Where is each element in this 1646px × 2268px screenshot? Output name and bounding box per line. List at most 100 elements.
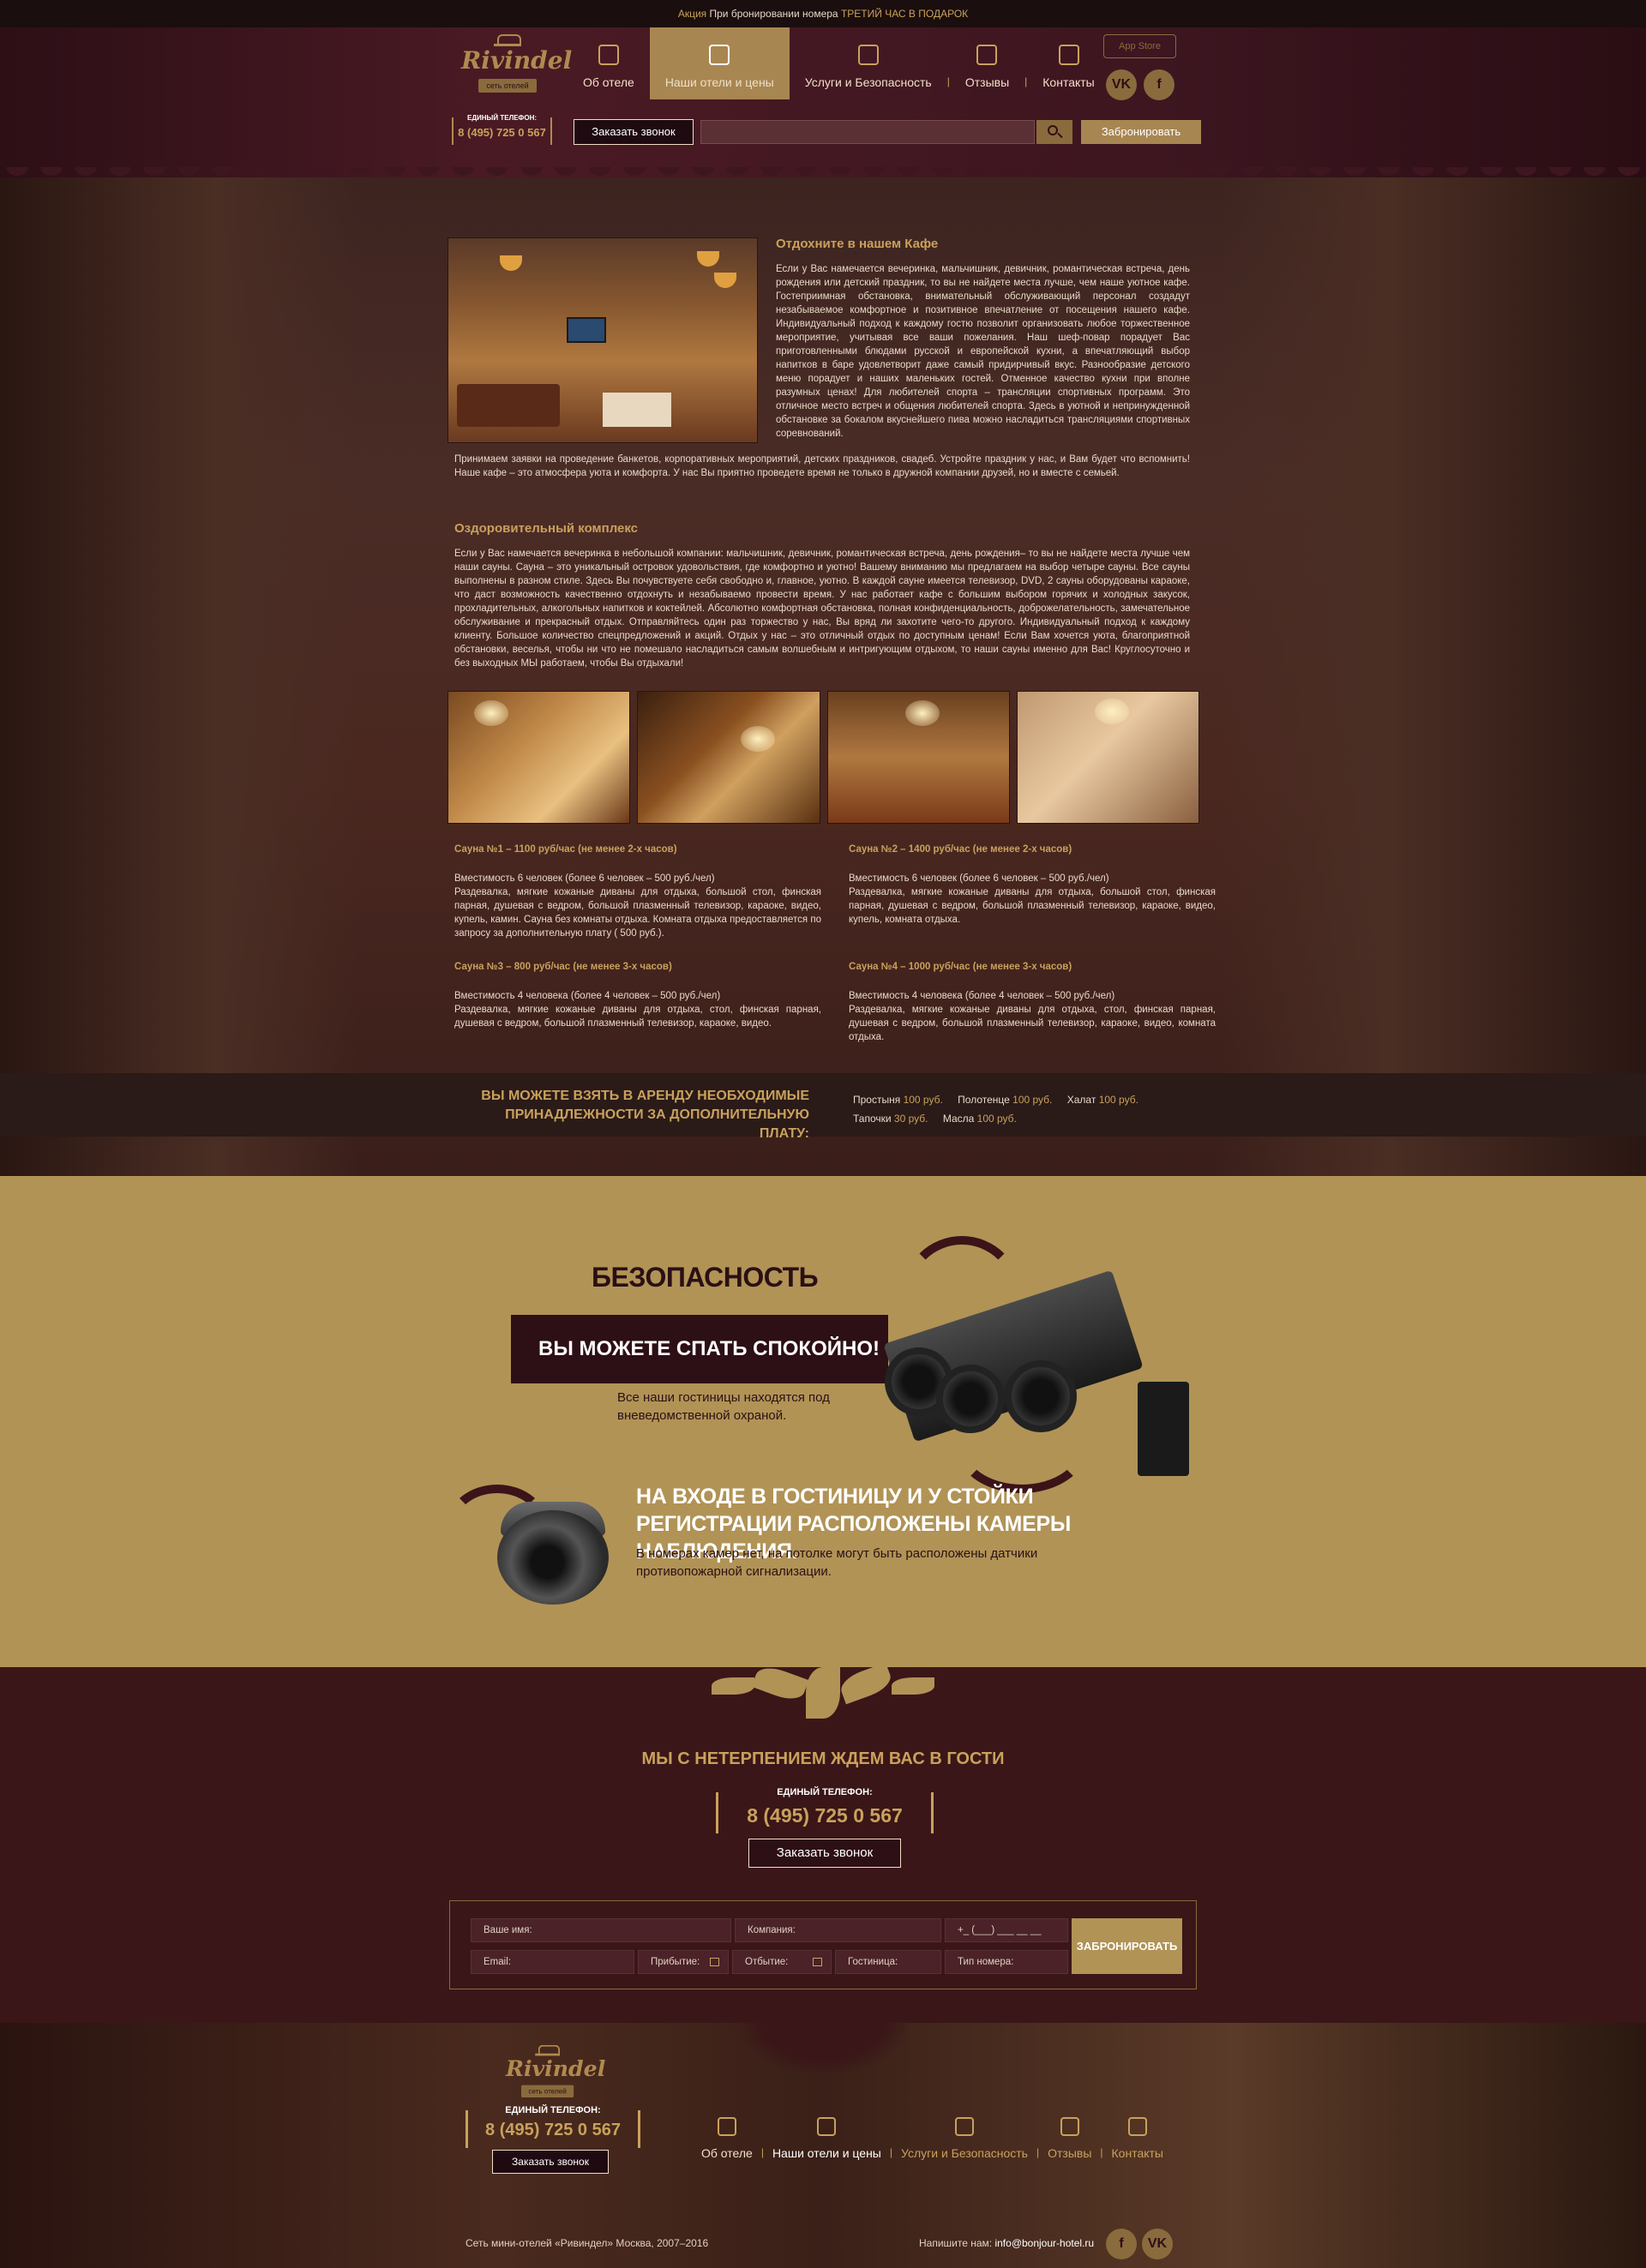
book-button[interactable]: Забронировать [1081,120,1201,144]
security-text: В номерах камер нет, на потолке могут бы… [636,1546,1038,1579]
footer-nav: Об отеле | Наши отели и цены | Услуги и … [693,2112,1172,2163]
nav-item-about[interactable]: Об отеле [693,2112,761,2163]
submit-booking-button[interactable]: ЗАБРОНИРОВАТЬ [1072,1918,1182,1974]
phone-field[interactable]: +_ (___) ___ __ __ [945,1918,1068,1942]
sauna-card: Сауна №4 – 1000 руб/час (не менее 3-х ча… [849,960,1216,1044]
order-call-button[interactable]: Заказать звонок [492,2150,609,2174]
nav-label: Контакты [1042,75,1095,89]
rental-item: Простыня 100 руб. [853,1094,943,1106]
spa-title: Оздоровительный комплекс [454,521,639,536]
sauna-card: Сауна №2 – 1400 руб/час (не менее 2-х ча… [849,843,1216,927]
hotel-field[interactable]: Гостиница: [835,1950,941,1974]
facebook-icon[interactable]: f [1144,69,1174,100]
cafe-text-2: Принимаем заявки на проведение банкетов,… [454,454,1190,478]
calendar-icon [813,1958,822,1966]
booking-form: Ваше имя: Компания: +_ (___) ___ __ __ E… [449,1900,1197,1989]
promo-prefix: Акция [677,8,707,20]
sauna-photo[interactable] [826,691,1010,824]
nav-item-hotels[interactable]: Наши отели и цены [764,2112,890,2163]
house-icon [598,45,619,65]
security-sub: Все наши гостиницы находятся под вневедо… [617,1390,830,1423]
nav-item-reviews[interactable]: Отзывы [950,27,1024,99]
house-icon [717,2117,736,2136]
cafe-text: Если у Вас намечается вечеринка, мальчиш… [776,264,1190,439]
sauna-desc: Раздевалка, мягкие кожаные диваны для от… [454,887,821,939]
footer-logo[interactable]: Rivindel сеть отелей [506,2043,605,2112]
security-banner: ВЫ МОЖЕТЕ СПАТЬ СПОКОЙНО! [511,1315,888,1383]
security-camera-icon [868,1236,1202,1493]
arrival-field[interactable]: Прибытие: [638,1950,729,1974]
phone-label: ЕДИНЫЙ ТЕЛЕФОН: [777,1787,873,1797]
logo[interactable]: Rivindel сеть отелей [461,33,573,106]
sauna-desc: Раздевалка, мягкие кожаные диваны для от… [849,887,1216,925]
nav-label: Отзывы [964,75,1010,89]
map-icon [1058,45,1079,65]
nav-item-hotels[interactable]: Наши отели и цены [649,27,790,99]
promo-bar: Акция При бронировании номера ТРЕТИЙ ЧАС… [0,0,1646,27]
logo-tag: сеть отелей [478,79,537,93]
security-section: БЕЗОПАСНОСТЬ ВЫ МОЖЕТЕ СПАТЬ СПОКОЙНО! В… [0,1176,1646,1667]
sauna-capacity: Вместимость 4 человека (более 4 человек … [849,991,1115,1001]
search-icon [1048,125,1058,135]
sauna-title: Сауна №4 – 1000 руб/час (не менее 3-х ча… [849,962,1072,972]
rental-title: ВЫ МОЖЕТЕ ВЗЯТЬ В АРЕНДУ НЕОБХОДИМЫЕ ПРИ… [481,1089,809,1141]
order-call-button[interactable]: Заказать звонок [574,119,694,145]
nav-item-reviews[interactable]: Отзывы [1039,2112,1100,2163]
rental-items: Простыня 100 руб. Полотенце 100 руб. Хал… [853,1090,1150,1128]
contact-phone: ЕДИНЫЙ ТЕЛЕФОН: 8 (495) 725 0 567 [716,1787,934,1833]
crown-icon [535,2043,560,2056]
facebook-icon[interactable]: f [1106,2229,1137,2259]
main-nav: Об отеле Наши отели и цены Услуги и Безо… [568,27,1110,99]
nav-item-contacts[interactable]: Контакты [1027,27,1109,99]
cafe-title: Отдохните в нашем Кафе [776,237,939,251]
footer: Rivindel сеть отелей ЕДИНЫЙ ТЕЛЕФОН: 8 (… [0,2023,1646,2268]
company-field[interactable]: Компания: [735,1918,941,1942]
room-type-field[interactable]: Тип номера: [945,1950,1068,1974]
appstore-badge[interactable]: App Store [1103,34,1176,58]
vk-icon[interactable]: VK [1142,2229,1173,2259]
search-input[interactable] [700,120,1035,144]
sauna-title: Сауна №3 – 800 руб/час (не менее 3-х час… [454,962,672,972]
rental-bar: ВЫ МОЖЕТЕ ВЗЯТЬ В АРЕНДУ НЕОБХОДИМЫЕ ПРИ… [0,1073,1646,1141]
award-icon [976,45,998,65]
nav-item-services[interactable]: Услуги и Безопасность [790,27,947,99]
contact-section: МЫ С НЕТЕРПЕНИЕМ ЖДЕМ ВАС В ГОСТИ ЕДИНЫЙ… [0,1662,1646,2023]
phone-number[interactable]: 8 (495) 725 0 567 [468,2121,638,2140]
sauna-photo[interactable] [1016,691,1199,824]
nav-label: Наши отели и цены [664,75,774,89]
sauna-photos [448,691,1199,824]
sauna-photo[interactable] [448,691,631,824]
services-icon [954,2117,974,2136]
map-icon [1127,2117,1147,2136]
spa-text: Если у Вас намечается вечеринка в неболь… [454,549,1190,669]
rental-item: Тапочки 30 руб. [853,1113,928,1125]
calendar-icon [710,1958,719,1966]
nav-item-about[interactable]: Об отеле [568,27,650,99]
contact-email: Напишите нам: info@bonjour-hotel.ru [919,2237,1095,2249]
name-field[interactable]: Ваше имя: [471,1918,731,1942]
sauna-capacity: Вместимость 6 человек (более 6 человек –… [849,873,1109,884]
departure-field[interactable]: Отбытие: [732,1950,832,1974]
vk-icon[interactable]: VK [1106,69,1137,100]
logo-word: Rivindel [461,46,573,75]
email-field[interactable]: Email: [471,1950,634,1974]
sauna-desc: Раздевалка, мягкие кожаные диваны для от… [849,1005,1216,1042]
sauna-capacity: Вместимость 6 человек (более 6 человек –… [454,873,715,884]
dome-camera-icon [446,1476,626,1613]
nav-item-contacts[interactable]: Контакты [1103,2112,1172,2163]
search-button[interactable] [1036,120,1072,144]
hotel-icon [817,2117,837,2136]
sauna-card: Сауна №1 – 1100 руб/час (не менее 2-х ча… [454,843,821,940]
order-call-button[interactable]: Заказать звонок [748,1839,901,1868]
footer-phone: ЕДИНЫЙ ТЕЛЕФОН: 8 (495) 725 0 567 [466,2105,640,2148]
phone-number[interactable]: 8 (495) 725 0 567 [718,1804,931,1827]
nav-item-services[interactable]: Услуги и Безопасность [892,2112,1036,2163]
services-icon [857,45,879,65]
phone-label: ЕДИНЫЙ ТЕЛЕФОН: [466,114,538,122]
phone-label: ЕДИНЫЙ ТЕЛЕФОН: [505,2105,601,2115]
sauna-title: Сауна №2 – 1400 руб/час (не менее 2-х ча… [849,844,1072,855]
phone-number[interactable]: 8 (495) 725 0 567 [454,126,550,139]
sauna-photo[interactable] [637,691,820,824]
award-icon [1060,2117,1079,2136]
promo-highlight: ТРЕТИЙ ЧАС В ПОДАРОК [840,8,969,20]
